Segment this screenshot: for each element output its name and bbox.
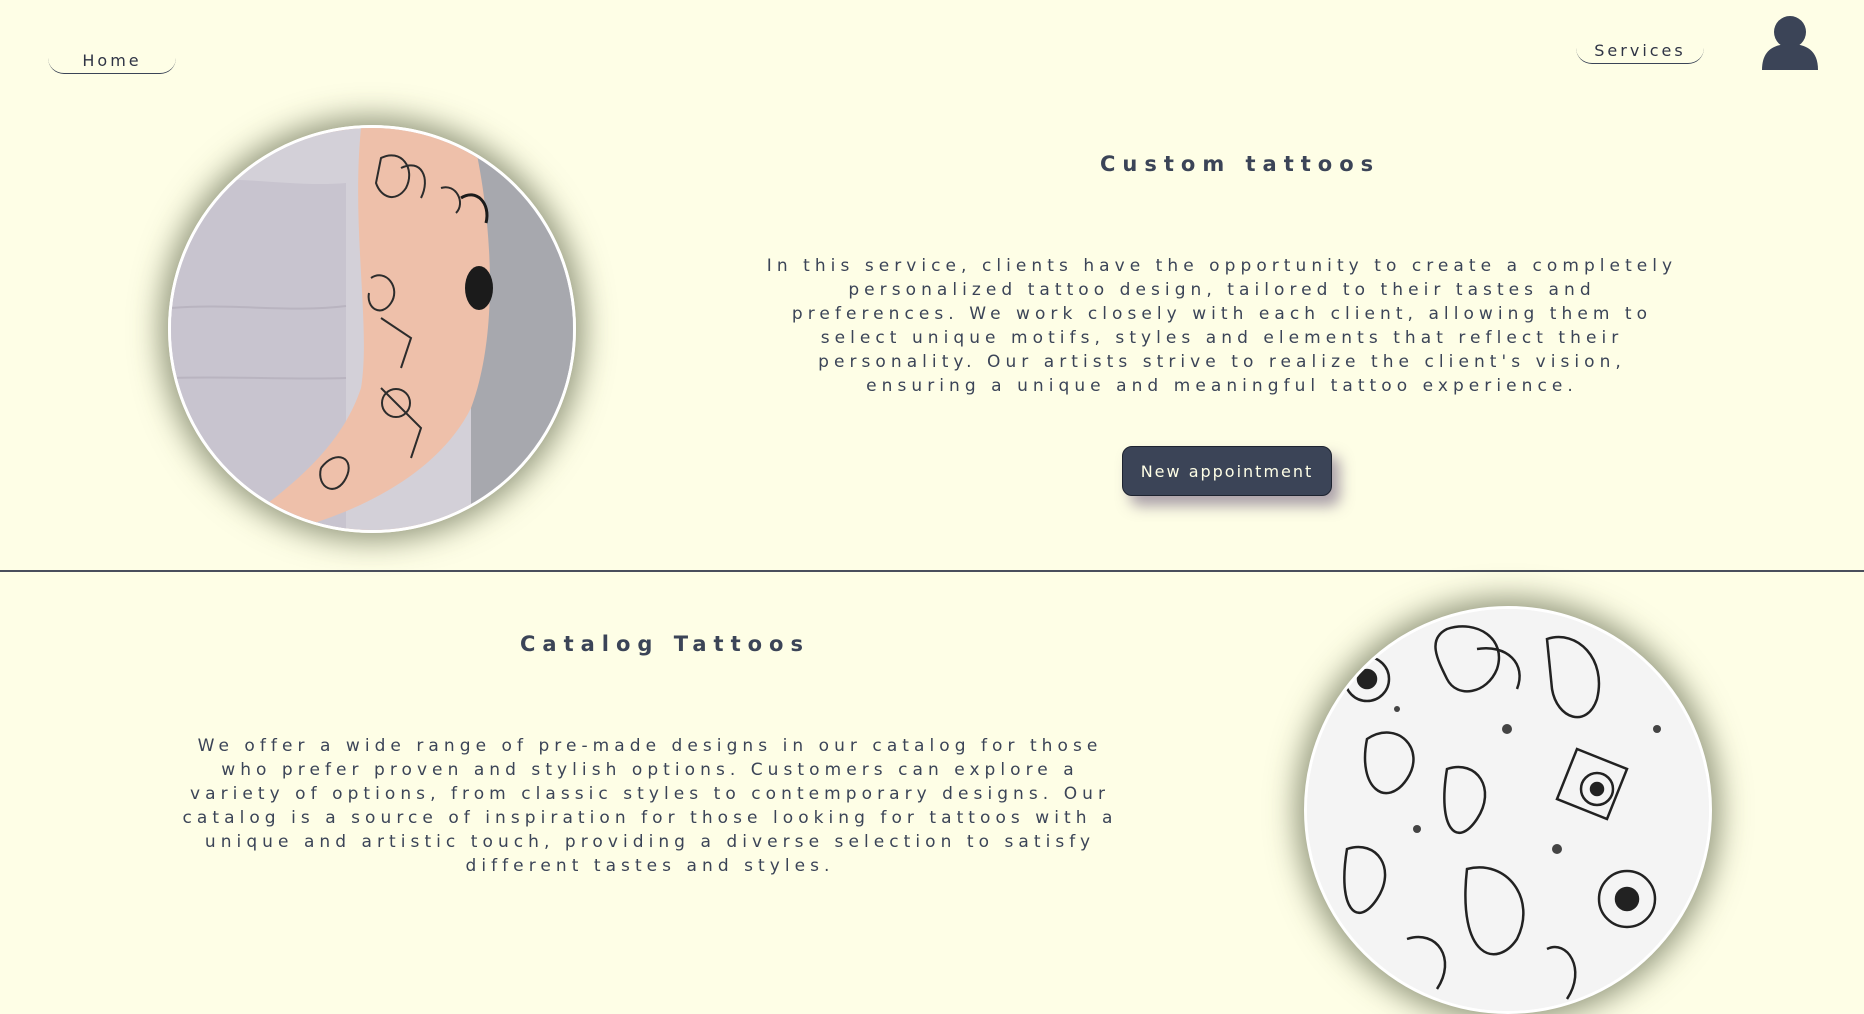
catalog-tattoos-description: We offer a wide range of pre-made design… xyxy=(182,736,1118,876)
new-appointment-button[interactable]: New appointment xyxy=(1122,446,1332,496)
nav-services-label: Services xyxy=(1594,41,1686,60)
custom-tattoo-image xyxy=(168,125,576,533)
nav-home-button[interactable]: Home xyxy=(48,48,176,74)
nav-services-button[interactable]: Services xyxy=(1576,38,1704,64)
user-icon[interactable] xyxy=(1760,12,1820,70)
section-divider xyxy=(0,570,1864,572)
nav-home-label: Home xyxy=(82,51,142,70)
custom-tattoos-description: In this service, clients have the opport… xyxy=(766,256,1678,396)
custom-tattoos-title: Custom tattoos xyxy=(1100,152,1381,176)
catalog-tattoo-image xyxy=(1304,606,1712,1014)
new-appointment-label: New appointment xyxy=(1140,461,1314,481)
catalog-tattoos-title: Catalog Tattoos xyxy=(520,632,810,656)
